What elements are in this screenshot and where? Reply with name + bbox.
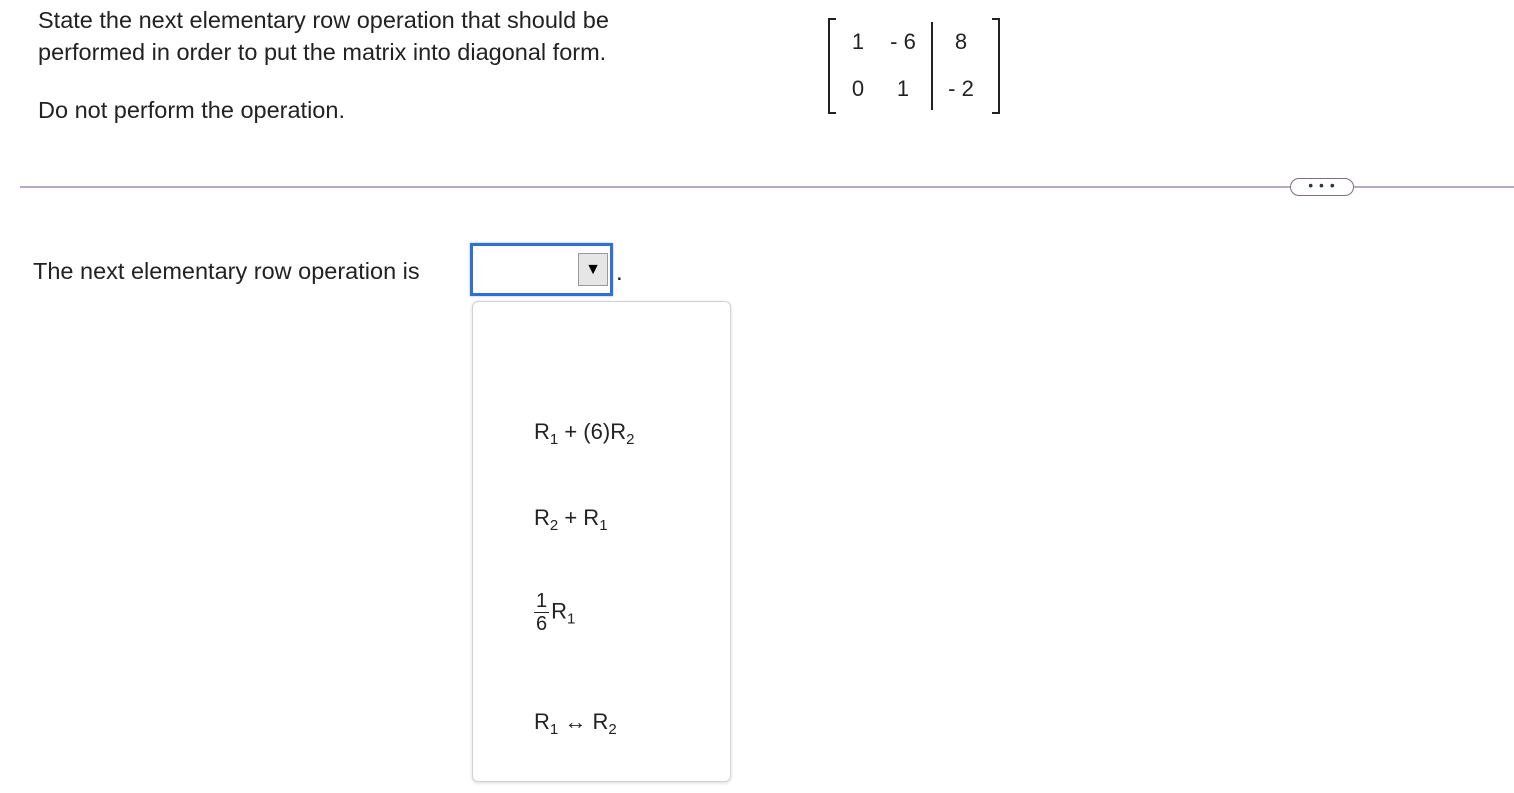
option-text: R (534, 419, 550, 444)
option-subscript: 1 (549, 431, 559, 448)
option-subscript: 2 (549, 517, 559, 534)
option-r2-plus-r1[interactable]: R2 + R1 (534, 504, 608, 540)
option-swap-r1-r2[interactable]: R1 ↔ R2 (534, 708, 617, 744)
option-one-sixth-r1[interactable]: 1 6 R1 (534, 590, 575, 635)
fraction: 16 (534, 590, 550, 635)
option-r1-plus-6r2[interactable]: R1 + (6)R2 (534, 418, 634, 454)
answer-dropdown[interactable]: ▼ (470, 243, 613, 296)
instructions: State the next elementary row operation … (38, 4, 738, 126)
option-subscript: 1 (599, 517, 608, 534)
matrix-cell-r2c3: - 2 (948, 76, 974, 101)
option-subscript: 2 (608, 721, 617, 738)
option-text: R (534, 709, 550, 734)
instruction-line-2: performed in order to put the matrix int… (38, 39, 607, 65)
matrix-cell-r1c1: 1 (851, 29, 865, 54)
matrix-right-bracket (992, 18, 1000, 114)
matrix-cell-r1c3: 8 (954, 29, 968, 54)
instruction-line-3: Do not perform the operation. (38, 97, 345, 123)
option-text: + R (558, 505, 600, 530)
option-text: R (534, 505, 550, 530)
augmented-matrix: 1 - 6 8 0 1 - 2 (828, 18, 1000, 116)
option-text: + (6)R (558, 419, 627, 444)
option-text: R (551, 598, 568, 624)
fraction-denominator: 6 (536, 613, 548, 635)
option-subscript: 1 (567, 610, 576, 628)
matrix-cell-r1c2: - 6 (890, 29, 916, 54)
dropdown-menu: R1 + (6)R2 R2 + R1 1 6 R1 R1 ↔ R2 (472, 301, 731, 782)
option-subscript: 2 (626, 431, 635, 448)
instruction-line-1: State the next elementary row operation … (38, 7, 609, 33)
more-button[interactable]: • • • (1290, 178, 1354, 196)
matrix-left-bracket (828, 18, 836, 114)
fraction-numerator: 1 (534, 590, 550, 613)
dropdown-arrow-icon[interactable]: ▼ (578, 253, 608, 286)
matrix-cell-r2c2: 1 (896, 76, 910, 101)
question-label: The next elementary row operation is (33, 258, 420, 284)
matrix-cell-r2c1: 0 (851, 76, 865, 101)
option-text: ↔ R (558, 709, 609, 734)
augment-divider (931, 22, 933, 110)
option-subscript: 1 (549, 721, 559, 738)
trailing-period: . (616, 259, 623, 286)
